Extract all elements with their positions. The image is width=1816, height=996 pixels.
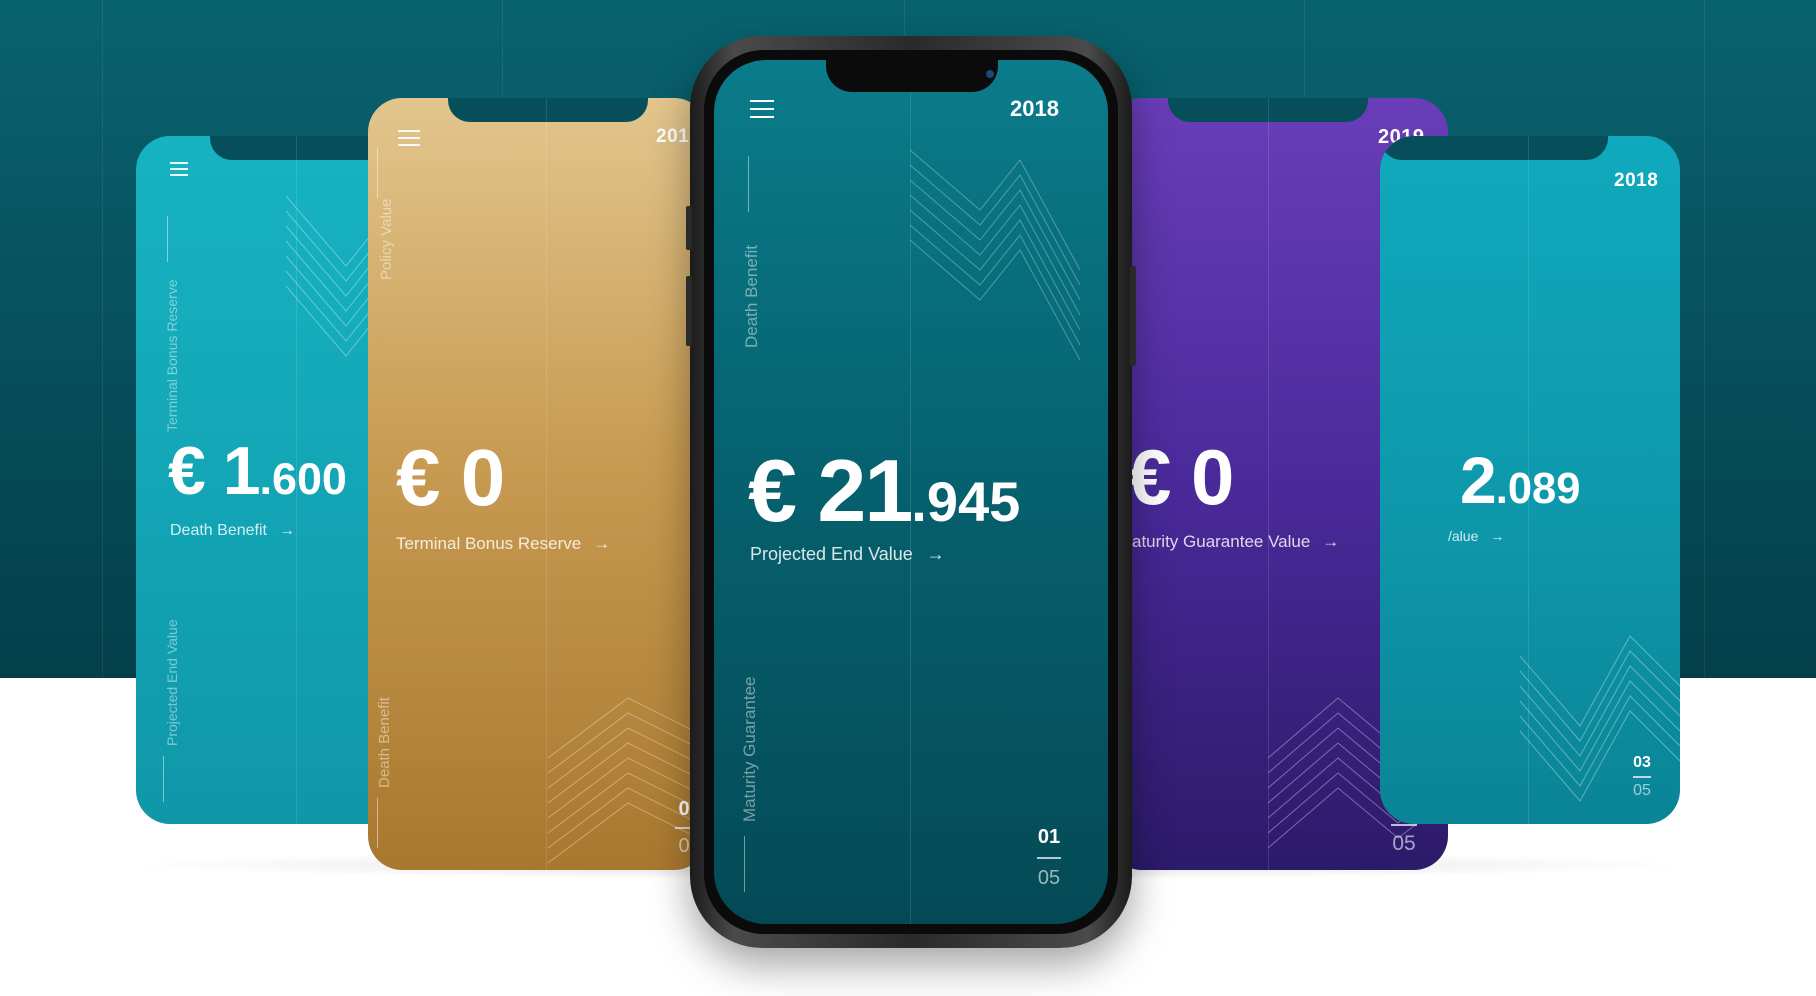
power-button xyxy=(1130,266,1136,366)
phone-device: 2018 Death Benefit € 21.945 Projected En… xyxy=(686,36,1136,948)
amount-value: 2.089 xyxy=(1460,443,1581,517)
page-indicator: 01 05 xyxy=(1037,826,1061,889)
line-pattern-icon xyxy=(910,149,1080,361)
amount-label[interactable]: Death Benefit → xyxy=(170,522,295,540)
arrow-right-icon: → xyxy=(1490,528,1505,544)
vertical-tick xyxy=(377,148,378,198)
arrow-right-icon: → xyxy=(926,544,945,564)
volume-button xyxy=(686,276,692,346)
arrow-right-icon: → xyxy=(278,522,295,539)
arrow-right-icon: → xyxy=(1322,532,1340,551)
vertical-tick xyxy=(377,798,378,848)
menu-icon[interactable] xyxy=(398,130,420,146)
amount-label[interactable]: Projected End Value → xyxy=(750,544,945,565)
arrow-right-icon: → xyxy=(593,534,611,553)
vertical-tick xyxy=(748,156,749,212)
year-label: 2018 xyxy=(1614,170,1659,191)
card-terminal-bonus-reserve[interactable]: 201 Policy Value € 0 Terminal Bonus Rese… xyxy=(368,98,708,870)
amount-label[interactable]: Terminal Bonus Reserve → xyxy=(396,534,610,554)
amount-value: € 0 xyxy=(396,433,505,522)
vertical-tick xyxy=(167,216,168,262)
vertical-tick xyxy=(163,756,164,802)
phone-screen: 2018 Death Benefit € 21.945 Projected En… xyxy=(714,60,1108,924)
amount-value: € 0 xyxy=(1128,433,1234,521)
grid-line xyxy=(102,0,103,996)
vertical-label-top: Policy Value xyxy=(378,198,395,280)
grid-line xyxy=(1704,0,1705,996)
phone-notch xyxy=(826,60,998,92)
vertical-label-top: Death Benefit xyxy=(742,244,761,348)
menu-icon[interactable] xyxy=(750,100,774,118)
vertical-label-top: Terminal Bonus Reserve xyxy=(164,279,180,432)
card-far-right[interactable]: 2018 2.089 /alue → 03 05 xyxy=(1380,136,1680,824)
page-indicator: 03 05 xyxy=(1633,754,1651,799)
camera-icon xyxy=(986,70,994,78)
amount-value: € 1.600 xyxy=(168,433,347,509)
vertical-tick xyxy=(744,836,745,892)
vertical-label-bottom: Maturity Guarantee xyxy=(740,676,759,822)
menu-icon[interactable] xyxy=(170,162,188,176)
side-button xyxy=(686,206,692,250)
amount-value: € 21.945 xyxy=(748,441,1021,540)
amount-label[interactable]: /alue → xyxy=(1448,528,1504,544)
vertical-label-bottom: Death Benefit xyxy=(376,697,393,788)
year-label: 2018 xyxy=(1010,96,1059,121)
amount-label[interactable]: aturity Guarantee Value → xyxy=(1132,532,1339,552)
year-label: 201 xyxy=(656,126,690,147)
vertical-label-bottom: Projected End Value xyxy=(164,619,180,746)
